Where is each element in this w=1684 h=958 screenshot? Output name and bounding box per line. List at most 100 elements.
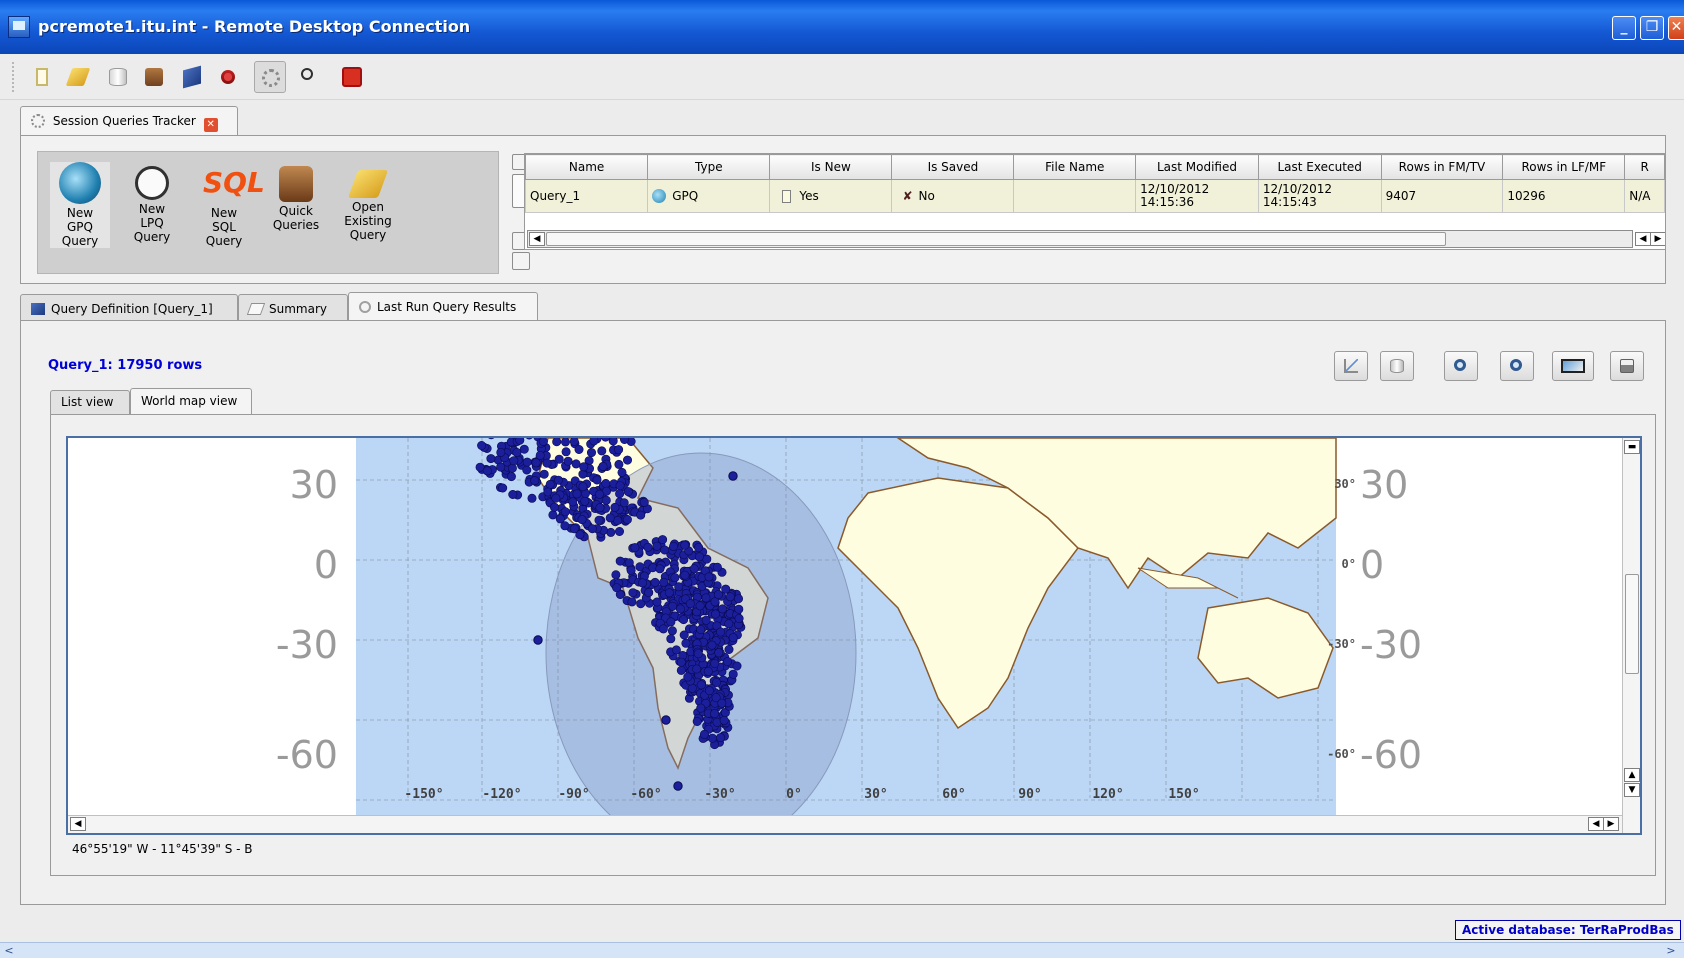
result-point — [515, 438, 525, 445]
result-point — [626, 565, 636, 575]
scroll-left-button[interactable]: ◀ — [1588, 817, 1604, 831]
latitude-label-right: -60 — [1360, 733, 1422, 777]
print-button[interactable] — [1610, 351, 1644, 381]
result-point — [605, 513, 615, 523]
table-horizontal-scrollbar[interactable]: ◀ — [527, 230, 1633, 248]
column-header[interactable]: R — [1624, 154, 1665, 180]
map-vertical-scrollbar[interactable]: ▬ ▲ ▼ — [1622, 438, 1640, 833]
tab-session-queries-tracker[interactable]: Session Queries Tracker ✕ — [20, 106, 238, 136]
scroll-up-button[interactable]: ▬ — [1624, 440, 1640, 454]
world-map[interactable]: 30 30 30° 0 0 0° -30 -30 -30° -60 -60 -60° -150° -12… — [66, 436, 1642, 835]
result-point — [652, 541, 662, 551]
plug-button[interactable] — [214, 61, 246, 93]
result-point — [551, 493, 561, 503]
new-button[interactable] — [26, 61, 58, 93]
database-button[interactable] — [102, 61, 134, 93]
checklist-icon — [246, 303, 266, 315]
minimize-button[interactable]: _ — [1612, 16, 1636, 40]
result-point — [615, 489, 625, 499]
new-gpq-query-button[interactable]: New GPQ Query — [50, 162, 110, 248]
result-point — [728, 633, 738, 643]
box-icon — [145, 68, 163, 86]
result-point — [622, 515, 632, 525]
result-point — [689, 564, 699, 574]
desktop-horizontal-scrollbar[interactable]: < > — [0, 942, 1684, 958]
result-point — [728, 669, 738, 679]
box-button[interactable] — [138, 61, 170, 93]
tab-world-map-view[interactable]: World map view — [130, 388, 252, 414]
restore-button[interactable]: ❐ — [1640, 16, 1664, 40]
result-point — [560, 521, 570, 531]
scroll-right-button[interactable]: ▶ — [1603, 817, 1619, 831]
database-button[interactable] — [1380, 351, 1414, 381]
latitude-label-left: -30 — [276, 623, 338, 667]
longitude-label: 150° — [1168, 787, 1199, 802]
column-header[interactable]: Name — [525, 154, 649, 180]
column-header[interactable]: Type — [647, 154, 771, 180]
launcher-label: Open Existing Query — [344, 200, 392, 242]
new-sql-query-button[interactable]: SQL New SQL Query — [194, 162, 265, 248]
clock-grid-button[interactable] — [294, 61, 326, 93]
scroll-thumb[interactable] — [1625, 574, 1639, 674]
scroll-left-button[interactable]: ◀ — [1635, 232, 1651, 246]
column-header[interactable]: Last Modified — [1135, 154, 1259, 180]
map-frame-icon — [1561, 359, 1585, 373]
latitude-degree-label: -30° — [1327, 637, 1356, 651]
result-point — [717, 604, 727, 614]
chart-button[interactable] — [1334, 351, 1368, 381]
quick-queries-button[interactable]: Quick Queries — [266, 162, 326, 232]
toolbar-grip[interactable] — [12, 62, 16, 92]
longitude-label: 30° — [864, 787, 887, 802]
book-button[interactable] — [176, 61, 208, 93]
zoom-in-button[interactable] — [1444, 351, 1478, 381]
zoom-out-button[interactable] — [1500, 351, 1534, 381]
result-point — [553, 475, 563, 485]
result-point — [680, 570, 690, 580]
table-row[interactable]: Query_1 GPQ Yes ✘ No 12/10/2012 14:15:36 … — [525, 179, 1665, 213]
latitude-degree-label: -60° — [1327, 747, 1356, 761]
scroll-left-button[interactable]: ◀ — [70, 817, 86, 831]
scroll-up-button[interactable]: ▲ — [1624, 768, 1640, 782]
column-header[interactable]: Is Saved — [891, 154, 1015, 180]
map-frame-button[interactable] — [1552, 351, 1594, 381]
result-point — [664, 588, 674, 598]
map-horizontal-scrollbar[interactable]: ◀ ◀ ▶ — [68, 815, 1622, 833]
scroll-down-button[interactable]: ▼ — [1624, 783, 1640, 797]
column-header[interactable]: Last Executed — [1257, 154, 1382, 180]
result-point — [713, 590, 723, 600]
result-point — [695, 601, 705, 611]
result-point — [527, 493, 537, 503]
result-point — [692, 716, 702, 726]
column-header[interactable]: Rows in FM/TV — [1380, 154, 1504, 180]
result-point — [628, 588, 638, 598]
queries-table: Name Type Is New Is Saved File Name Last… — [524, 153, 1666, 250]
result-point — [650, 577, 660, 587]
column-header[interactable]: Rows in LF/MF — [1502, 154, 1626, 180]
book-icon — [31, 303, 45, 315]
window-title-bar[interactable]: pcremote1.itu.int - Remote Desktop Conne… — [0, 0, 1684, 54]
power-button[interactable] — [336, 61, 368, 93]
scroll-right-button[interactable]: ▶ — [1650, 232, 1665, 246]
tab-list-view[interactable]: List view — [50, 390, 130, 414]
result-point — [676, 657, 686, 667]
close-window-button[interactable]: ✕ — [1668, 16, 1684, 40]
scroll-left-button[interactable]: ◀ — [529, 232, 545, 246]
quick-queries-icon — [279, 166, 313, 202]
close-tab-icon[interactable]: ✕ — [203, 118, 218, 132]
result-point — [734, 604, 744, 614]
column-header[interactable]: Is New — [769, 154, 893, 180]
gears-button[interactable] — [254, 61, 286, 93]
scroll-down-button[interactable] — [512, 252, 530, 270]
column-header[interactable]: File Name — [1013, 154, 1137, 180]
scroll-left-icon[interactable]: < — [2, 944, 16, 957]
result-point — [707, 640, 717, 650]
open-button[interactable] — [62, 61, 94, 93]
open-existing-query-button[interactable]: Open Existing Query — [338, 162, 398, 242]
new-lpq-query-button[interactable]: New LPQ Query — [122, 162, 182, 244]
result-point — [617, 467, 627, 477]
result-point — [592, 475, 602, 485]
scroll-right-icon[interactable]: > — [1664, 944, 1678, 957]
result-point — [552, 438, 562, 447]
scroll-thumb[interactable] — [546, 232, 1446, 246]
map-canvas[interactable]: 30 30 30° 0 0 0° -30 -30 -30° -60 -60 -60° -150° -12… — [68, 438, 1642, 835]
